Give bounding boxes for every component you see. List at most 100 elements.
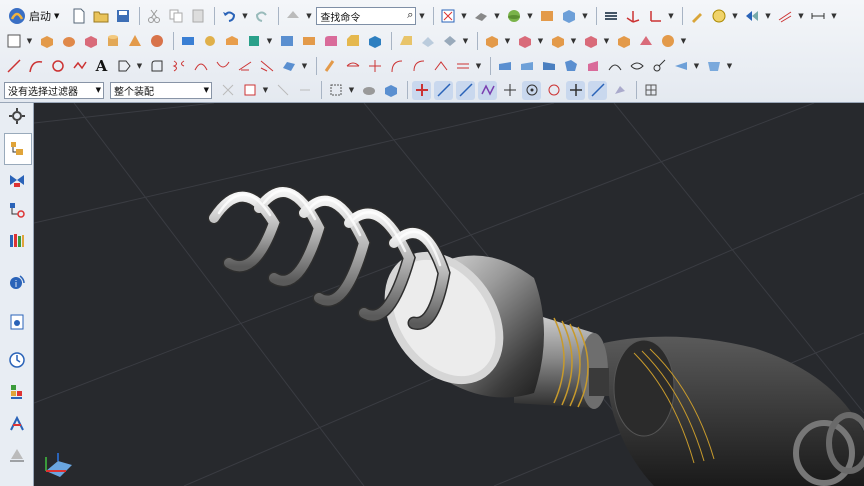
snap-endpoint-button[interactable] xyxy=(412,80,431,100)
measure-button[interactable] xyxy=(709,7,728,26)
process-studio-tab[interactable] xyxy=(8,445,26,463)
assembly-navigator-tab[interactable] xyxy=(8,139,26,157)
slot-button[interactable] xyxy=(277,32,296,51)
block-button[interactable] xyxy=(81,32,100,51)
shell-button[interactable] xyxy=(365,32,384,51)
trim-button[interactable] xyxy=(418,32,437,51)
studio-surface-button[interactable] xyxy=(649,57,668,76)
mesh-surface-button[interactable] xyxy=(279,57,298,76)
graphics-viewport[interactable] xyxy=(34,103,864,486)
wcs-button[interactable] xyxy=(623,7,642,26)
curve-length-button[interactable] xyxy=(409,57,428,76)
snap-intersection-button[interactable] xyxy=(478,80,497,100)
new-file-button[interactable] xyxy=(69,7,88,26)
snap-point-on-curve-button[interactable] xyxy=(566,80,585,100)
undo-button[interactable] xyxy=(219,7,238,26)
sphere-button[interactable] xyxy=(147,32,166,51)
view-orient-button[interactable] xyxy=(559,7,578,26)
swept-button[interactable] xyxy=(495,57,514,76)
settings-button[interactable] xyxy=(8,107,26,125)
composite-curve-button[interactable] xyxy=(343,57,362,76)
chamfer-button[interactable] xyxy=(343,32,362,51)
variational-sweep-button[interactable] xyxy=(627,57,646,76)
dimension-button[interactable] xyxy=(808,7,827,26)
replace-face-button[interactable] xyxy=(658,32,677,51)
fill-surface-button[interactable] xyxy=(671,57,690,76)
snap-quadrant-button[interactable] xyxy=(522,80,541,100)
background-button[interactable] xyxy=(537,7,556,26)
cylinder-button[interactable] xyxy=(103,32,122,51)
circle-button[interactable] xyxy=(48,57,67,76)
extrude-button[interactable] xyxy=(37,32,56,51)
snap-on-face-button[interactable] xyxy=(588,80,607,100)
offset-button[interactable] xyxy=(581,32,600,51)
select-component-button[interactable] xyxy=(381,81,400,100)
spline-button[interactable] xyxy=(114,57,133,76)
thicken-button[interactable] xyxy=(614,32,633,51)
edit-curve-button[interactable] xyxy=(431,57,450,76)
draft-button[interactable] xyxy=(396,32,415,51)
extract-geometry-button[interactable] xyxy=(321,57,340,76)
text-button[interactable]: A xyxy=(92,57,111,76)
point-button[interactable] xyxy=(70,57,89,76)
shaded-view-button[interactable] xyxy=(471,7,490,26)
visualization-tab[interactable] xyxy=(8,383,26,401)
fit-view-button[interactable] xyxy=(438,7,457,26)
part-navigator-tab[interactable] xyxy=(8,201,26,219)
snap-bounded-button[interactable] xyxy=(610,81,629,100)
command-search-input[interactable]: 查找命令 ⌕ xyxy=(316,7,417,25)
roles-tab[interactable] xyxy=(8,415,26,433)
sketch-button[interactable] xyxy=(4,32,23,51)
n-sided-button[interactable] xyxy=(561,57,580,76)
revolve-button[interactable] xyxy=(59,32,78,51)
snap-view-button[interactable] xyxy=(742,7,761,26)
styled-sweep-button[interactable] xyxy=(605,57,624,76)
web-browser-tab[interactable]: i xyxy=(8,273,26,291)
save-button[interactable] xyxy=(113,7,132,26)
through-curves-button[interactable] xyxy=(517,57,536,76)
grid-button[interactable] xyxy=(775,7,794,26)
isoparm-button[interactable] xyxy=(704,57,723,76)
snap-control-button[interactable] xyxy=(456,80,475,100)
fillet-curve-button[interactable] xyxy=(147,57,166,76)
system-materials-tab[interactable] xyxy=(8,351,26,369)
reuse-library-tab[interactable] xyxy=(8,231,26,249)
bridge-curve-button[interactable] xyxy=(191,57,210,76)
groove-button[interactable] xyxy=(299,32,318,51)
mirror-button[interactable] xyxy=(515,32,534,51)
cut-button[interactable] xyxy=(144,7,163,26)
grid-snap-button[interactable] xyxy=(641,81,660,100)
ruled-button[interactable] xyxy=(539,57,558,76)
project-curve-button[interactable] xyxy=(213,57,232,76)
join-curve-button[interactable] xyxy=(453,57,472,76)
pocket-button[interactable] xyxy=(222,32,241,51)
layer-button[interactable] xyxy=(601,7,620,26)
copy-button[interactable] xyxy=(166,7,185,26)
helix-button[interactable] xyxy=(169,57,188,76)
history-tab[interactable] xyxy=(8,313,26,331)
edit-object-button[interactable] xyxy=(687,7,706,26)
split-button[interactable] xyxy=(440,32,459,51)
select-face-button[interactable] xyxy=(273,81,292,100)
patch-button[interactable] xyxy=(636,32,655,51)
csys-button[interactable] xyxy=(645,7,664,26)
select-feature-button[interactable] xyxy=(218,81,237,100)
start-button[interactable]: 启动 ▼ xyxy=(4,6,63,26)
sweep-section-button[interactable] xyxy=(583,57,602,76)
select-body-button[interactable] xyxy=(295,81,314,100)
hole-button[interactable] xyxy=(178,32,197,51)
assembly-scope-select[interactable]: 整个装配 ▼ xyxy=(110,81,212,99)
pattern-button[interactable] xyxy=(482,32,501,51)
sew-button[interactable] xyxy=(548,32,567,51)
rectangle-select-button[interactable] xyxy=(326,81,345,100)
open-button[interactable] xyxy=(91,7,110,26)
cone-button[interactable] xyxy=(125,32,144,51)
constraint-navigator-tab[interactable] xyxy=(8,171,26,189)
snap-circle-button[interactable] xyxy=(544,81,563,100)
pad-button[interactable] xyxy=(244,32,263,51)
snap-center-button[interactable] xyxy=(500,81,519,100)
arc-button[interactable] xyxy=(26,57,45,76)
repeat-command-button[interactable] xyxy=(283,7,302,26)
filter-button[interactable] xyxy=(240,81,259,100)
offset-curve-button[interactable] xyxy=(257,57,276,76)
